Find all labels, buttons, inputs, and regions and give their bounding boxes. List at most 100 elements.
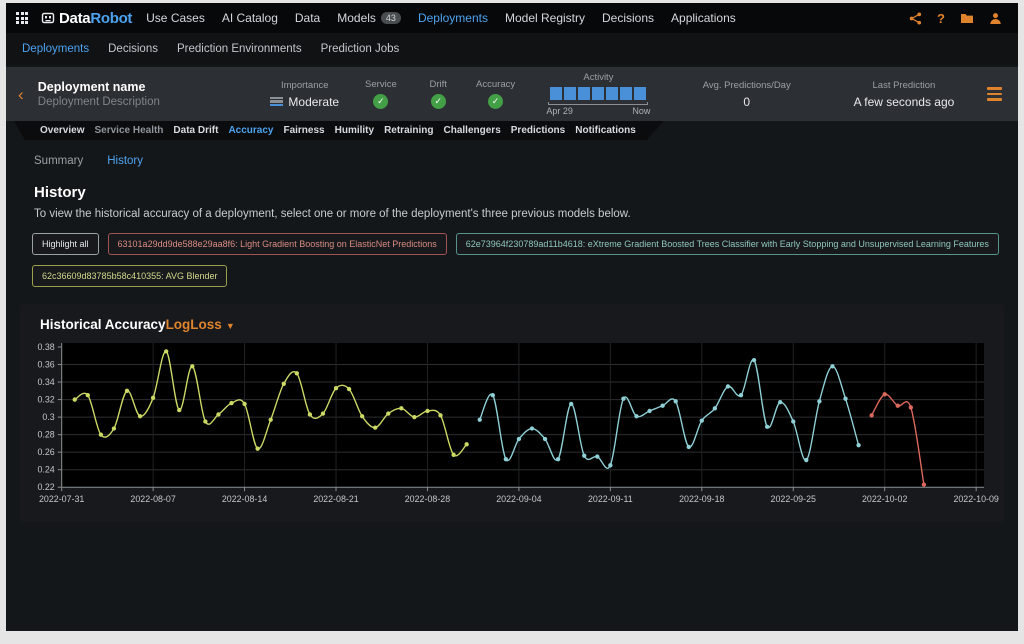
share-icon[interactable] <box>909 12 922 25</box>
nav-data[interactable]: Data <box>295 11 320 25</box>
top-nav-icons: ? <box>909 11 1002 26</box>
svg-text:0.28: 0.28 <box>37 430 54 440</box>
nav-deployments[interactable]: Deployments <box>418 11 488 25</box>
data-point <box>582 454 586 458</box>
data-point <box>621 397 625 401</box>
model-filter-button[interactable]: 62c36609d83785b58c410355: AVG Blender <box>32 265 227 287</box>
brand-robot: Robot <box>90 10 132 27</box>
data-point <box>660 404 664 408</box>
data-point <box>700 418 704 422</box>
top-nav: DataRobot Use Cases AI Catalog Data Mode… <box>6 3 1018 33</box>
data-point <box>817 399 821 403</box>
datarobot-logo[interactable]: DataRobot <box>40 10 132 27</box>
activity-bar <box>578 87 590 100</box>
activity-bar <box>592 87 604 100</box>
subnav-prediction-environments[interactable]: Prediction Environments <box>177 43 302 55</box>
tab-challengers[interactable]: Challengers <box>444 125 501 136</box>
metric-dropdown[interactable]: LogLoss▼ <box>166 317 235 332</box>
data-point <box>282 382 286 386</box>
data-point <box>190 364 194 368</box>
tab-retraining[interactable]: Retraining <box>384 125 433 136</box>
tab-fairness[interactable]: Fairness <box>283 125 324 136</box>
tab-notifications[interactable]: Notifications <box>575 125 636 136</box>
model-filter-button[interactable]: 62e73964f230789ad11b4618: eXtreme Gradie… <box>456 233 999 255</box>
secondary-nav: Deployments Decisions Prediction Environ… <box>6 33 1018 65</box>
subnav-deployments[interactable]: Deployments <box>22 43 89 55</box>
accuracy-metric: Accuracy ✓ <box>467 79 524 109</box>
data-point <box>412 415 416 419</box>
back-chevron-icon[interactable]: ‹ <box>18 86 38 103</box>
avg-predictions-metric: Avg. Predictions/Day 0 <box>673 80 821 109</box>
activity-bars <box>524 87 672 100</box>
data-point <box>308 412 312 416</box>
data-point <box>869 413 873 417</box>
chart-title: Historical Accuracy <box>40 317 166 332</box>
nav-ai-catalog[interactable]: AI Catalog <box>222 11 278 25</box>
nav-model-registry[interactable]: Model Registry <box>505 11 585 25</box>
deployment-name: Deployment name <box>38 80 258 94</box>
data-point <box>543 437 547 441</box>
svg-text:2022-08-21: 2022-08-21 <box>313 494 358 504</box>
tab-humility[interactable]: Humility <box>335 125 374 136</box>
tab-accuracy[interactable]: Accuracy <box>228 125 273 136</box>
svg-text:2022-07-31: 2022-07-31 <box>39 494 84 504</box>
service-status-ok-icon: ✓ <box>373 94 388 109</box>
deployment-menu-icon[interactable] <box>987 87 1006 101</box>
data-point <box>843 397 847 401</box>
data-point <box>909 405 913 409</box>
last-prediction-metric: Last Prediction A few seconds ago <box>821 80 987 109</box>
data-point <box>464 442 468 446</box>
folder-icon[interactable] <box>960 12 974 24</box>
nav-use-cases[interactable]: Use Cases <box>146 11 205 25</box>
data-point <box>647 409 651 413</box>
data-point <box>386 411 390 415</box>
data-point <box>713 406 717 410</box>
svg-text:2022-08-28: 2022-08-28 <box>405 494 450 504</box>
data-point <box>517 437 521 441</box>
svg-text:2022-09-11: 2022-09-11 <box>588 494 633 504</box>
data-point <box>73 397 77 401</box>
help-icon[interactable]: ? <box>937 11 945 26</box>
tab-overview[interactable]: Overview <box>40 125 84 136</box>
data-point <box>608 463 612 467</box>
nav-models[interactable]: Models43 <box>337 11 401 25</box>
subnav-prediction-jobs[interactable]: Prediction Jobs <box>321 43 400 55</box>
data-point <box>687 445 691 449</box>
subtab-summary[interactable]: Summary <box>34 155 83 167</box>
data-point <box>86 393 90 397</box>
models-count-badge: 43 <box>381 12 401 24</box>
nav-applications[interactable]: Applications <box>671 11 736 25</box>
data-point <box>896 404 900 408</box>
importance-icon <box>270 97 283 107</box>
accuracy-status-ok-icon: ✓ <box>488 94 503 109</box>
data-point <box>804 458 808 462</box>
data-point <box>203 419 207 423</box>
tab-predictions[interactable]: Predictions <box>511 125 565 136</box>
app-window: DataRobot Use Cases AI Catalog Data Mode… <box>6 3 1018 631</box>
svg-text:2022-09-04: 2022-09-04 <box>496 494 541 504</box>
subtab-history[interactable]: History <box>107 155 143 167</box>
data-point <box>556 457 560 461</box>
subnav-decisions[interactable]: Decisions <box>108 43 158 55</box>
svg-text:2022-09-18: 2022-09-18 <box>679 494 724 504</box>
activity-metric: Activity Apr 29 Now <box>524 72 672 116</box>
data-point <box>438 413 442 417</box>
svg-text:0.38: 0.38 <box>37 342 54 352</box>
app-grid-icon[interactable] <box>16 12 28 24</box>
data-point <box>530 426 534 430</box>
tab-service-health[interactable]: Service Health <box>94 125 163 136</box>
svg-text:0.22: 0.22 <box>37 482 54 492</box>
data-point <box>504 457 508 461</box>
tab-data-drift[interactable]: Data Drift <box>173 125 218 136</box>
deployment-title-block: Deployment name Deployment Description <box>38 80 258 108</box>
data-point <box>373 425 377 429</box>
model-filter-button[interactable]: 63101a29dd9de588e29aa8f6: Light Gradient… <box>108 233 447 255</box>
svg-text:0.3: 0.3 <box>42 412 54 422</box>
nav-decisions[interactable]: Decisions <box>602 11 654 25</box>
data-point <box>856 443 860 447</box>
data-point <box>151 396 155 400</box>
svg-text:0.36: 0.36 <box>37 359 54 369</box>
model-filter-button[interactable]: Highlight all <box>32 233 99 255</box>
data-point <box>255 446 259 450</box>
user-icon[interactable] <box>989 12 1002 25</box>
